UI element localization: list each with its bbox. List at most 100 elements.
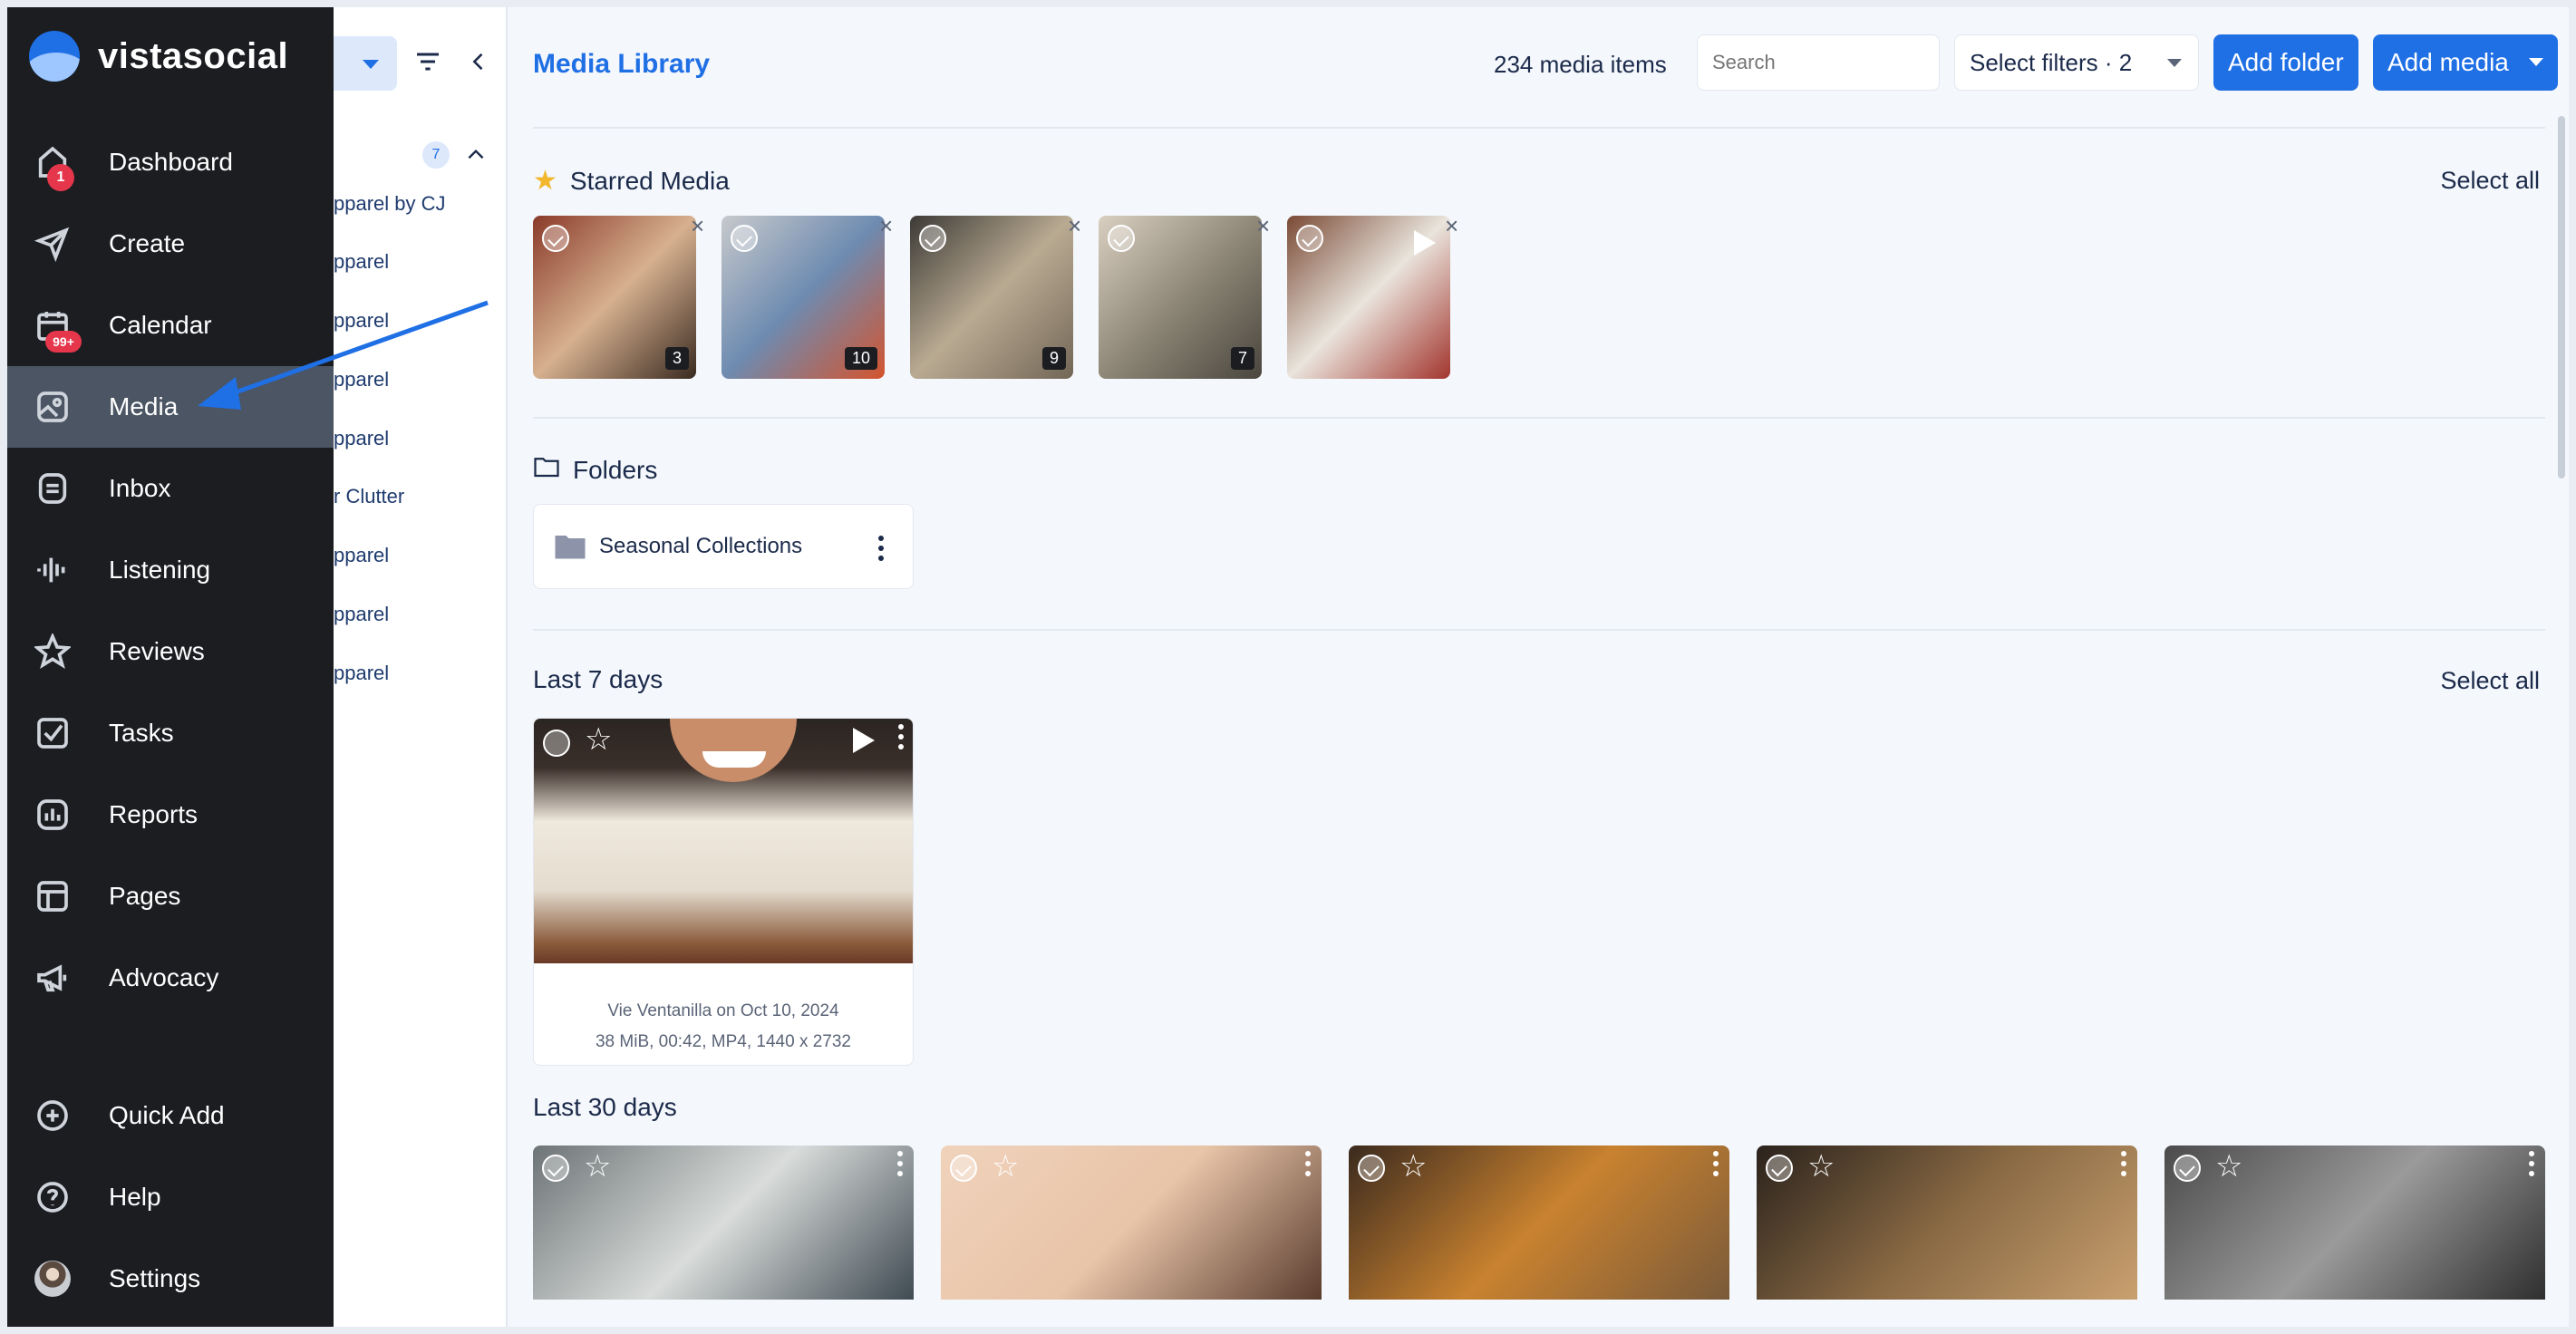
more-options-icon[interactable] bbox=[898, 724, 904, 754]
divider bbox=[533, 417, 2545, 419]
media-item[interactable]: ☆ bbox=[533, 1146, 914, 1300]
profile-count-badge: 7 bbox=[422, 141, 450, 169]
plus-circle-icon bbox=[33, 1096, 73, 1136]
media-author-date: Vie Ventanilla on Oct 10, 2024 bbox=[607, 1001, 839, 1020]
media-library-main: Media Library 234 media items Select fil… bbox=[508, 7, 2569, 1327]
collapse-chevron-icon[interactable] bbox=[466, 49, 491, 79]
select-checkbox-icon[interactable] bbox=[542, 225, 569, 252]
close-icon[interactable]: × bbox=[1068, 212, 1081, 240]
profile-item[interactable]: pparel bbox=[334, 603, 389, 626]
checkbox-icon bbox=[33, 713, 73, 753]
more-options-icon[interactable] bbox=[897, 1151, 903, 1181]
star-outline-icon[interactable]: ☆ bbox=[584, 1151, 611, 1182]
starred-media-item[interactable]: 10 bbox=[721, 216, 885, 379]
sidebar-item-reports[interactable]: Reports bbox=[7, 774, 334, 856]
profile-item[interactable]: pparel bbox=[334, 427, 389, 450]
media-card[interactable]: ☆ Vie Ventanilla on Oct 10, 2024 38 MiB,… bbox=[533, 718, 914, 1066]
more-options-icon[interactable] bbox=[1713, 1151, 1719, 1181]
star-outline-icon[interactable]: ☆ bbox=[1807, 1151, 1835, 1182]
sidebar-item-advocacy[interactable]: Advocacy bbox=[7, 937, 334, 1019]
search-input[interactable] bbox=[1697, 34, 1940, 91]
select-checkbox-icon[interactable] bbox=[919, 225, 946, 252]
add-media-button[interactable]: Add media bbox=[2373, 34, 2558, 91]
select-all-starred[interactable]: Select all bbox=[2440, 167, 2540, 195]
profile-group-dropdown[interactable] bbox=[334, 36, 397, 91]
sidebar-item-tasks[interactable]: Tasks bbox=[7, 692, 334, 774]
sidebar-item-label: Inbox bbox=[109, 474, 171, 502]
close-icon[interactable]: × bbox=[691, 212, 704, 240]
play-icon bbox=[1414, 230, 1436, 256]
media-item[interactable]: ☆ bbox=[1349, 1146, 1729, 1300]
profile-item[interactable]: r Clutter bbox=[334, 485, 404, 508]
select-all-last7[interactable]: Select all bbox=[2440, 667, 2540, 695]
sidebar-item-create[interactable]: Create bbox=[7, 203, 334, 285]
notification-badge: 1 bbox=[47, 164, 74, 191]
chevron-up-icon[interactable] bbox=[464, 143, 488, 171]
sidebar-item-listening[interactable]: Listening bbox=[7, 529, 334, 611]
filter-icon[interactable] bbox=[413, 47, 442, 81]
sidebar-item-help[interactable]: Help bbox=[7, 1156, 334, 1238]
sidebar-item-pages[interactable]: Pages bbox=[7, 856, 334, 937]
sidebar-item-quick-add[interactable]: Quick Add bbox=[7, 1075, 334, 1156]
sidebar-item-inbox[interactable]: Inbox bbox=[7, 448, 334, 529]
chevron-down-icon bbox=[2529, 58, 2543, 66]
inbox-icon bbox=[33, 469, 73, 508]
media-item[interactable]: ☆ bbox=[941, 1146, 1322, 1300]
starred-section-title: ★ Starred Media bbox=[533, 165, 730, 197]
media-item[interactable]: ☆ bbox=[1757, 1146, 2137, 1300]
close-icon[interactable]: × bbox=[1445, 212, 1458, 240]
send-icon bbox=[33, 224, 73, 264]
select-checkbox-icon[interactable] bbox=[1766, 1155, 1793, 1182]
starred-media-item[interactable]: 9 bbox=[910, 216, 1073, 379]
carousel-count: 10 bbox=[844, 347, 877, 370]
select-checkbox-icon[interactable] bbox=[1296, 225, 1323, 252]
sidebar-item-reviews[interactable]: Reviews bbox=[7, 611, 334, 692]
last7-title-text: Last 7 days bbox=[533, 665, 663, 693]
more-options-icon[interactable] bbox=[2121, 1151, 2126, 1181]
star-outline-icon[interactable]: ☆ bbox=[1399, 1151, 1427, 1182]
sidebar-item-label: Help bbox=[109, 1183, 161, 1211]
folder-card[interactable]: Seasonal Collections bbox=[533, 504, 914, 589]
select-checkbox-icon[interactable] bbox=[1108, 225, 1135, 252]
more-options-icon[interactable] bbox=[878, 536, 884, 566]
select-checkbox-icon[interactable] bbox=[543, 730, 570, 757]
more-options-icon[interactable] bbox=[2529, 1151, 2534, 1181]
starred-media-item[interactable]: 7 bbox=[1099, 216, 1262, 379]
select-checkbox-icon[interactable] bbox=[2174, 1155, 2201, 1182]
profile-item[interactable]: pparel bbox=[334, 662, 389, 685]
last7-section-title: Last 7 days bbox=[533, 665, 663, 694]
sidebar-item-settings[interactable]: Settings bbox=[7, 1238, 334, 1320]
sidebar-item-label: Quick Add bbox=[109, 1101, 225, 1129]
starred-title-text: Starred Media bbox=[569, 166, 730, 195]
pages-icon bbox=[33, 876, 73, 916]
profile-item[interactable]: pparel by CJ bbox=[334, 192, 446, 216]
sidebar-item-label: Reviews bbox=[109, 637, 205, 665]
profiles-panel: 7 pparel by CJ pparel pparel pparel ppar… bbox=[334, 7, 508, 1327]
close-icon[interactable]: × bbox=[879, 212, 893, 240]
starred-media-item[interactable] bbox=[1287, 216, 1450, 379]
star-outline-icon[interactable]: ☆ bbox=[585, 724, 612, 755]
select-checkbox-icon[interactable] bbox=[542, 1155, 569, 1182]
more-options-icon[interactable] bbox=[1305, 1151, 1311, 1181]
select-checkbox-icon[interactable] bbox=[1358, 1155, 1385, 1182]
main-sidebar: vistasocial 1 Dashboard Create 99+ Calen… bbox=[7, 7, 334, 1327]
media-item[interactable]: ☆ bbox=[2164, 1146, 2545, 1300]
last30-title-text: Last 30 days bbox=[533, 1093, 677, 1121]
select-checkbox-icon[interactable] bbox=[731, 225, 758, 252]
select-checkbox-icon[interactable] bbox=[950, 1155, 977, 1182]
close-icon[interactable]: × bbox=[1256, 212, 1270, 240]
profile-item[interactable]: pparel bbox=[334, 544, 389, 567]
folders-title-text: Folders bbox=[573, 455, 658, 484]
add-folder-button[interactable]: Add folder bbox=[2213, 34, 2358, 91]
brand-name: vistasocial bbox=[98, 35, 289, 76]
star-outline-icon[interactable]: ☆ bbox=[992, 1151, 1019, 1182]
page-title: Media Library bbox=[533, 49, 711, 79]
folder-icon bbox=[554, 532, 586, 566]
star-outline-icon[interactable]: ☆ bbox=[2215, 1151, 2242, 1182]
starred-media-item[interactable]: 3 bbox=[533, 216, 696, 379]
select-filters-dropdown[interactable]: Select filters · 2 bbox=[1954, 34, 2199, 91]
brand-logo[interactable]: vistasocial bbox=[29, 31, 288, 82]
scrollbar[interactable] bbox=[2558, 116, 2565, 478]
profile-item[interactable]: pparel bbox=[334, 250, 389, 274]
sidebar-item-dashboard[interactable]: 1 Dashboard bbox=[7, 121, 334, 203]
